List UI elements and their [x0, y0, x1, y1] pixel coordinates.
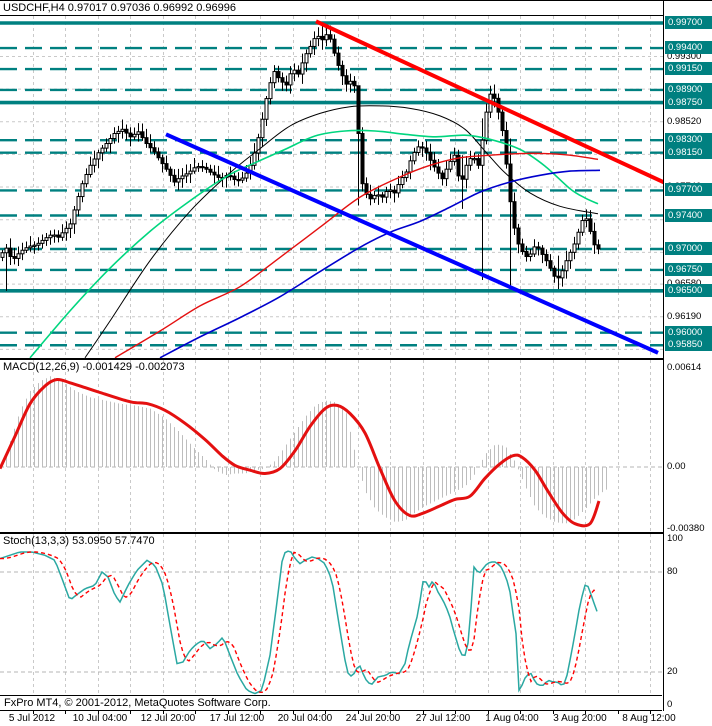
ma-green	[29, 129, 599, 358]
macd-label: MACD(12,26,9) -0.001429 -0.002073	[3, 361, 185, 373]
time-axis-label: 12 Jul 20:00	[140, 713, 196, 724]
price-axis-divider	[663, 1, 664, 711]
price-level-badge: 0.98750	[665, 95, 712, 109]
price-level-badge: 0.96750	[665, 262, 712, 276]
grid-layer	[0, 16, 663, 357]
price-level-badge: 0.98300	[665, 133, 712, 147]
time-axis-label: 20 Jul 04:00	[277, 713, 333, 724]
macd-signal-line	[0, 377, 601, 528]
macd-canvas[interactable]	[0, 360, 663, 532]
candles-layer	[0, 23, 601, 291]
price-level-badge: 0.99150	[665, 62, 712, 75]
stoch-axis-label: 20	[667, 666, 678, 677]
stochastic-panel: Stoch(13,3,3) 53.0950 57.7470	[0, 534, 663, 711]
stoch-axis-label: 0	[667, 699, 673, 711]
price-level-badge: 0.99400	[665, 41, 712, 55]
stoch-d-line	[0, 551, 598, 694]
macd-panel: MACD(12,26,9) -0.001429 -0.002073	[0, 360, 663, 534]
price-axis-label: 0.98520	[667, 115, 702, 127]
time-axis-label: 10 Jul 04:00	[72, 713, 128, 724]
price-level-badge: 0.95850	[665, 338, 712, 352]
stochastic-label: Stoch(13,3,3) 53.0950 57.7470	[3, 535, 155, 547]
ma-fast-black	[84, 105, 599, 358]
price-level-badge: 0.97000	[665, 242, 712, 255]
price-level-badge: 0.96500	[665, 283, 712, 297]
price-level-badge: 0.98150	[665, 145, 712, 159]
time-axis-label: 27 Jul 12:00	[415, 713, 471, 724]
time-axis-label: 17 Jul 12:00	[209, 713, 265, 724]
price-axis-column: 0.993000.989100.985200.981300.977400.973…	[664, 1, 712, 726]
ma-blue	[159, 169, 601, 358]
mt4-chart-window: USDCHF,H4 0.97017 0.97036 0.96992 0.9699…	[0, 0, 712, 726]
macd-axis-label: 0.00	[667, 461, 686, 472]
stoch-axis-label: 100	[667, 532, 683, 544]
time-axis[interactable]: 5 Jul 2012 10 Jul 04:00 12 Jul 20:00 17 Jul…	[0, 711, 712, 726]
macd-histogram	[6, 376, 607, 524]
time-axis-label: 1 Aug 04:00	[485, 713, 539, 724]
price-level-badge: 0.98900	[665, 83, 712, 96]
time-axis-label: 24 Jul 20:00	[345, 713, 401, 724]
price-level-badge: 0.96000	[665, 325, 712, 339]
price-level-badge: 0.97400	[665, 208, 712, 222]
time-axis-label: 3 Aug 20:00	[553, 713, 607, 724]
support-resistance-lines[interactable]	[0, 21, 663, 347]
main-chart-canvas[interactable]	[0, 1, 663, 358]
price-level-badge: 0.97700	[665, 183, 712, 197]
stochastic-canvas[interactable]	[0, 534, 663, 711]
main-chart-panel: USDCHF,H4 0.97017 0.97036 0.96992 0.9699…	[0, 1, 663, 360]
grid-layer	[0, 534, 663, 694]
stoch-axis-label: 80	[667, 566, 678, 577]
macd-axis-label: 0.00614	[667, 361, 702, 373]
chart-title: USDCHF,H4 0.97017 0.97036 0.96992 0.9699…	[3, 2, 237, 14]
price-axis-label: 0.96190	[667, 310, 702, 322]
price-level-badge: 0.99700	[665, 16, 712, 29]
time-axis-label: 5 Jul 2012	[8, 713, 56, 724]
copyright-bar: FxPro MT4, © 2001-2012, MetaQuotes Softw…	[0, 695, 662, 711]
time-axis-label: 8 Aug 12:00	[622, 713, 676, 724]
